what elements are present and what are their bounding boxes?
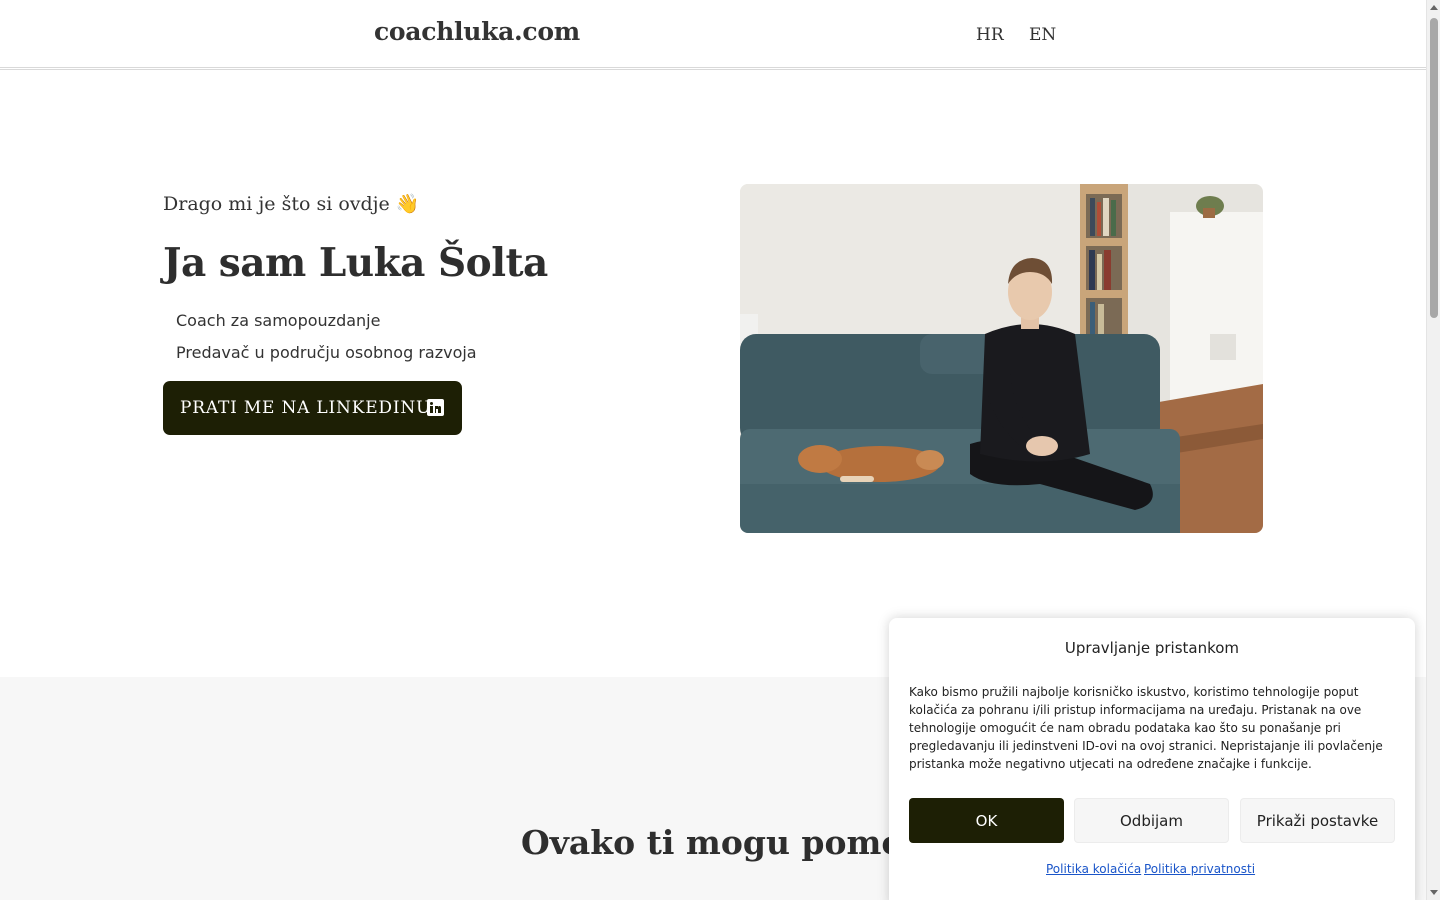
hero-title: Ja sam Luka Šolta bbox=[163, 240, 548, 286]
hero-greeting: Drago mi je što si ovdje 👋 bbox=[163, 193, 420, 215]
scroll-up-arrow-icon[interactable] bbox=[1430, 5, 1438, 10]
scroll-down-arrow-icon[interactable] bbox=[1430, 890, 1438, 895]
consent-accept-button[interactable]: OK bbox=[909, 798, 1064, 843]
linkedin-follow-button[interactable]: PRATI ME NA LINKEDINU bbox=[163, 381, 462, 435]
privacy-policy-link[interactable]: Politika privatnosti bbox=[1144, 862, 1255, 876]
language-en-link[interactable]: EN bbox=[1029, 25, 1056, 45]
hero-photo bbox=[740, 184, 1263, 533]
cookie-consent-dialog: Upravljanje pristankom Kako bismo pružil… bbox=[889, 618, 1415, 900]
site-header: coachluka.com HR EN bbox=[0, 0, 1426, 70]
cookie-policy-link[interactable]: Politika kolačića bbox=[1046, 862, 1141, 876]
hero-role-coach: Coach za samopouzdanje bbox=[176, 311, 381, 330]
consent-deny-button[interactable]: Odbijam bbox=[1074, 798, 1229, 843]
page-scrollbar[interactable] bbox=[1426, 0, 1440, 900]
consent-text: Kako bismo pružili najbolje korisničko i… bbox=[909, 685, 1383, 771]
linkedin-follow-label: PRATI ME NA LINKEDINU bbox=[180, 398, 432, 418]
services-title: Ovako ti mogu pomoći bbox=[521, 823, 937, 862]
linkedin-icon bbox=[427, 399, 444, 416]
consent-preferences-button[interactable]: Prikaži postavke bbox=[1240, 798, 1395, 843]
consent-title: Upravljanje pristankom bbox=[1064, 639, 1240, 657]
hero-role-speaker: Predavač u području osobnog razvoja bbox=[176, 343, 477, 362]
site-logo[interactable]: coachluka.com bbox=[374, 17, 580, 46]
language-hr-link[interactable]: HR bbox=[976, 25, 1004, 45]
scrollbar-thumb[interactable] bbox=[1430, 18, 1438, 318]
